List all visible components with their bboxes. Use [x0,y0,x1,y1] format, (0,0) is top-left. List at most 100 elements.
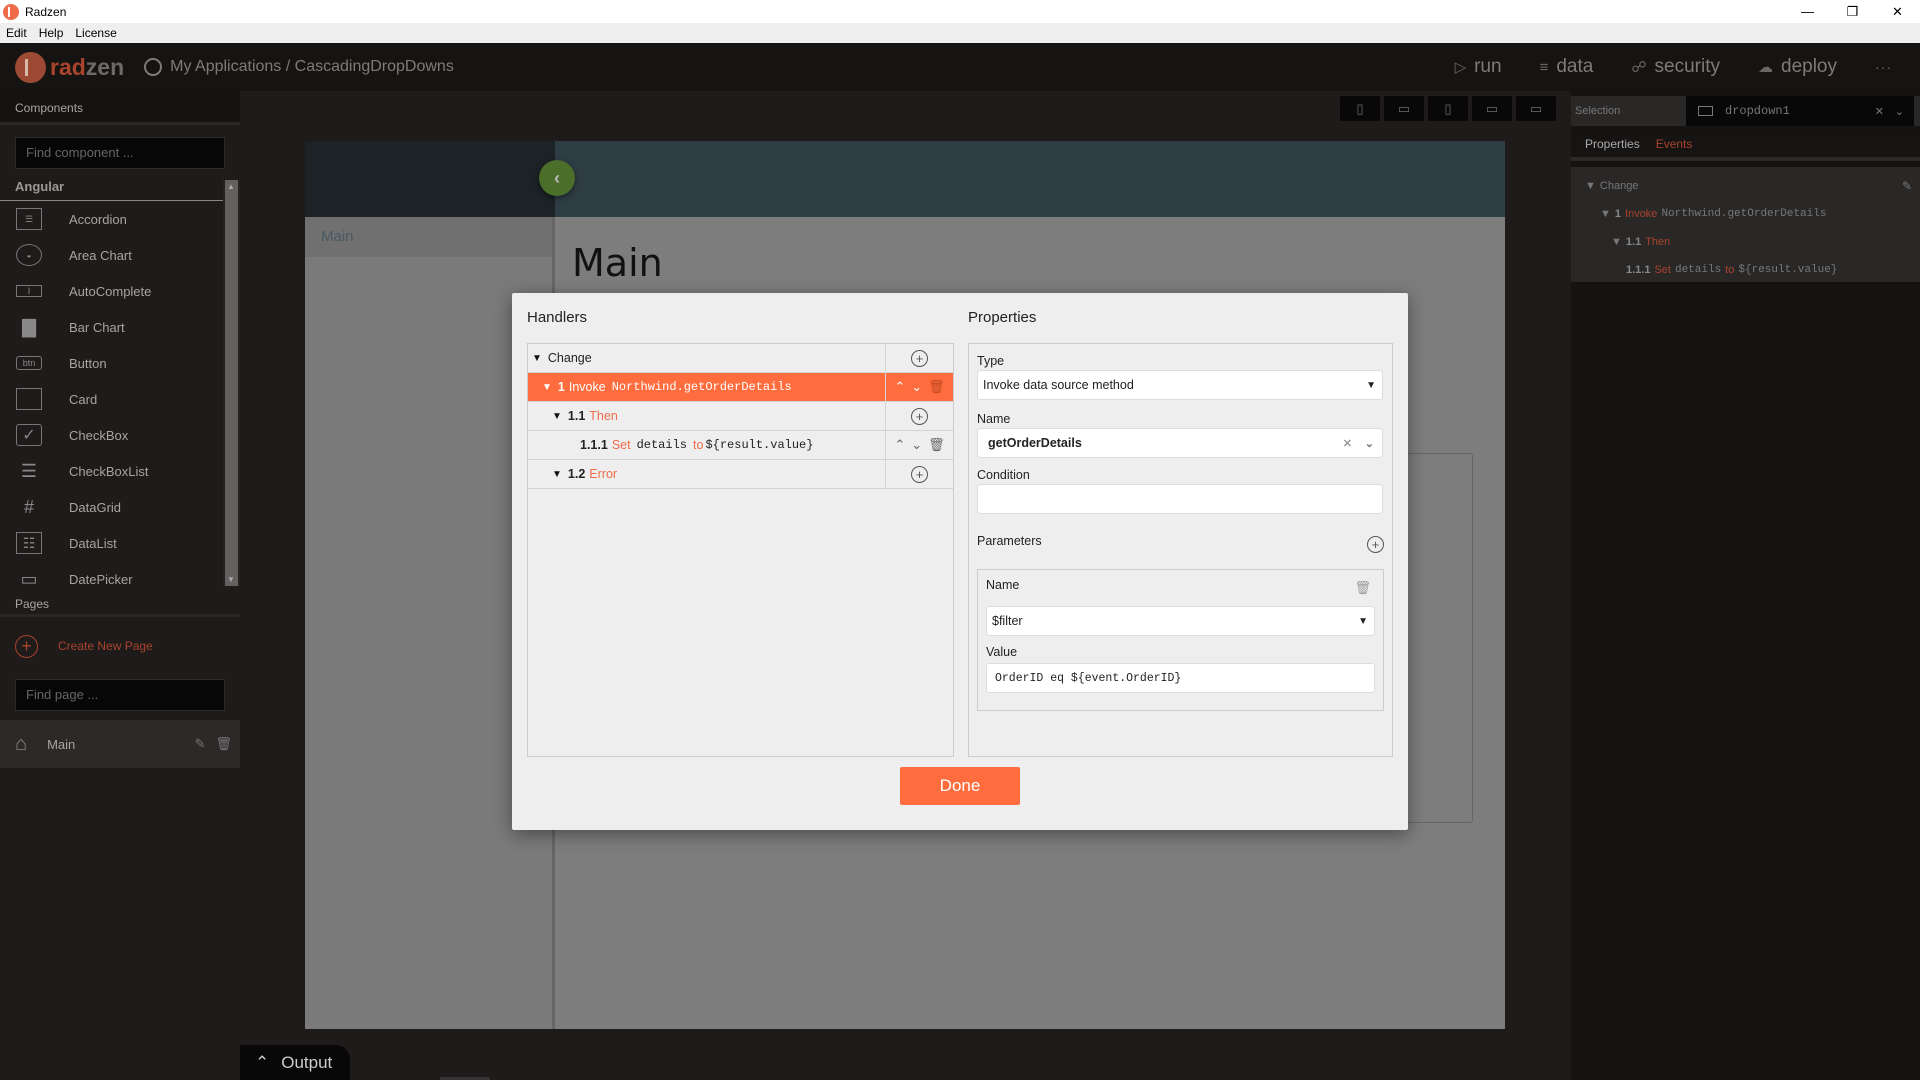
component-item-autocomplete[interactable]: I AutoComplete [0,273,223,309]
chevron-down-icon[interactable]: ⌄ [1895,105,1904,118]
component-item-datepicker[interactable]: ▭ DatePicker [0,561,223,587]
type-select[interactable]: Invoke data source method ▼ [977,370,1383,400]
component-item-checkbox[interactable]: ✓ CheckBox [0,417,223,453]
logo-zen-text: zen [85,53,125,80]
event-change[interactable]: ▼ Change [1585,180,1638,192]
component-item-bar-chart[interactable]: ▇ Bar Chart [0,309,223,345]
handler-row-event[interactable]: ▼ Change + [528,344,953,373]
menu-edit[interactable]: Edit [6,26,27,40]
nav-security[interactable]: ☍ security [1631,56,1720,78]
close-button[interactable]: ✕ [1875,0,1920,23]
tablet-icon[interactable]: ▯ [1428,96,1468,121]
caret-down-icon: ▼ [1611,236,1622,248]
radzen-logo[interactable]: radzen [15,51,125,83]
type-label: Type [977,354,1005,368]
component-item-card[interactable]: Card [0,381,223,417]
move-up-icon[interactable]: ⌃ [894,379,905,395]
param-name-select[interactable]: $filter ▼ [986,606,1375,636]
menu-license[interactable]: License [75,26,116,40]
param-name-value: $filter [992,614,1023,628]
move-down-icon[interactable]: ⌄ [911,379,922,395]
restore-button[interactable]: ❐ [1830,0,1875,23]
edit-page-icon[interactable]: ✎ [195,736,206,752]
move-down-icon[interactable]: ⌄ [911,437,922,453]
sidebar-toggle-button[interactable]: ‹ [539,160,575,196]
scroll-up-icon[interactable]: ▲ [227,182,235,191]
name-select[interactable]: getOrderDetails ✕ ⌄ [977,428,1383,458]
condition-input[interactable] [977,484,1383,514]
output-panel-toggle[interactable]: ⌃ Output [240,1045,350,1080]
bar-chart-icon: ▇ [22,316,36,337]
selection-bar: Selection dropdown1 ✕ ⌄ [1571,96,1920,126]
done-button[interactable]: Done [900,767,1020,805]
delete-action-icon[interactable]: 🗑 [928,379,945,395]
accordion-icon: ☰ [16,208,42,230]
phone-icon[interactable]: ▯ [1340,96,1380,121]
phone-landscape-icon[interactable]: ▭ [1384,96,1424,121]
cloud-upload-icon: ☁ [1758,59,1773,76]
component-item-checkboxlist[interactable]: ☰ CheckBoxList [0,453,223,489]
clear-icon[interactable]: ✕ [1343,437,1352,450]
nav-data[interactable]: ≡ data [1540,56,1594,78]
delete-action-icon[interactable]: 🗑 [928,437,945,453]
component-item-area-chart[interactable]: ◒ Area Chart [0,237,223,273]
handler-keyword: Invoke [568,380,606,394]
selected-component-name: dropdown1 [1725,104,1790,118]
param-value-input[interactable]: OrderID eq ${event.OrderID} [986,663,1375,693]
event-action-row[interactable]: ▼ 1 Invoke Northwind.getOrderDetails [1600,208,1826,220]
chevron-down-icon[interactable]: ⌄ [1365,437,1374,450]
page-item-main[interactable]: ⌂ Main ✎ 🗑 [0,720,240,768]
nav-run[interactable]: ▷ run [1455,56,1502,78]
breadcrumb[interactable]: My Applications / CascadingDropDowns [144,58,454,76]
component-label: Area Chart [69,247,132,263]
delete-parameter-icon[interactable]: 🗑 [1354,580,1371,596]
laptop-icon[interactable]: ▭ [1472,96,1512,121]
datepicker-icon: ▭ [20,568,38,587]
handler-row-1-1-1[interactable]: 1.1.1 Set details to ${result.value} ⌃ ⌄… [528,431,953,460]
caret-down-icon: ▼ [532,352,542,364]
create-new-page-button[interactable]: + Create New Page [0,621,240,671]
nav-deploy[interactable]: ☁ deploy [1758,56,1837,78]
output-label: Output [281,1052,333,1072]
add-parameter-icon[interactable]: + [1367,536,1384,553]
button-icon: btn [16,356,42,370]
find-component-input[interactable]: Find component ... [15,137,225,169]
event-action-row[interactable]: 1.1.1 Set details to ${result.value} [1626,264,1837,276]
create-page-label: Create New Page [58,639,153,653]
add-action-icon[interactable]: + [911,407,928,425]
component-item-accordion[interactable]: ☰ Accordion [0,201,223,237]
add-action-icon[interactable]: + [911,465,928,483]
scroll-down-icon[interactable]: ▼ [227,575,235,584]
menu-bar: Edit Help License [0,23,1920,43]
pages-title: Pages [0,592,240,617]
move-up-icon[interactable]: ⌃ [894,437,905,453]
handler-keyword: Then [589,409,618,423]
component-item-datalist[interactable]: ☷ DataList [0,525,223,561]
find-page-input[interactable]: Find page ... [15,679,225,711]
component-label: AutoComplete [69,283,152,299]
handler-row-1-2[interactable]: ▼ 1.2 Error + [528,460,953,489]
add-action-icon[interactable]: + [911,349,928,367]
edit-event-icon[interactable]: ✎ [1902,179,1912,193]
event-action-row[interactable]: ▼ 1.1 Then [1611,236,1670,248]
tab-properties[interactable]: Properties [1585,137,1640,151]
handler-keyword: Error [589,467,618,481]
tab-events[interactable]: Events [1656,137,1693,151]
desktop-icon[interactable]: ▭ [1516,96,1556,121]
canvas-sidebar-item-main[interactable]: Main [305,217,552,257]
more-icon[interactable]: ··· [1875,59,1892,75]
menu-help[interactable]: Help [39,26,64,40]
component-item-button[interactable]: btn Button [0,345,223,381]
component-item-datagrid[interactable]: # DataGrid [0,489,223,525]
clear-selection-icon[interactable]: ✕ [1875,105,1884,118]
handler-number: 1.2 [567,467,586,481]
handler-row-1-1[interactable]: ▼ 1.1 Then + [528,402,953,431]
selection-dropdown[interactable]: dropdown1 ✕ ⌄ [1686,96,1914,126]
top-nav: ▷ run ≡ data ☍ security ☁ deploy ··· [1455,43,1920,91]
minimize-button[interactable]: — [1785,0,1830,23]
action-keyword: to [1725,264,1735,276]
handler-row-1[interactable]: ▼ 1 Invoke Northwind.getOrderDetails ⌃ ⌄… [528,373,953,402]
component-list-scrollbar[interactable]: ▲ ▼ [223,180,240,586]
delete-page-icon[interactable]: 🗑 [215,736,232,752]
scrollbar-track[interactable] [225,180,238,586]
